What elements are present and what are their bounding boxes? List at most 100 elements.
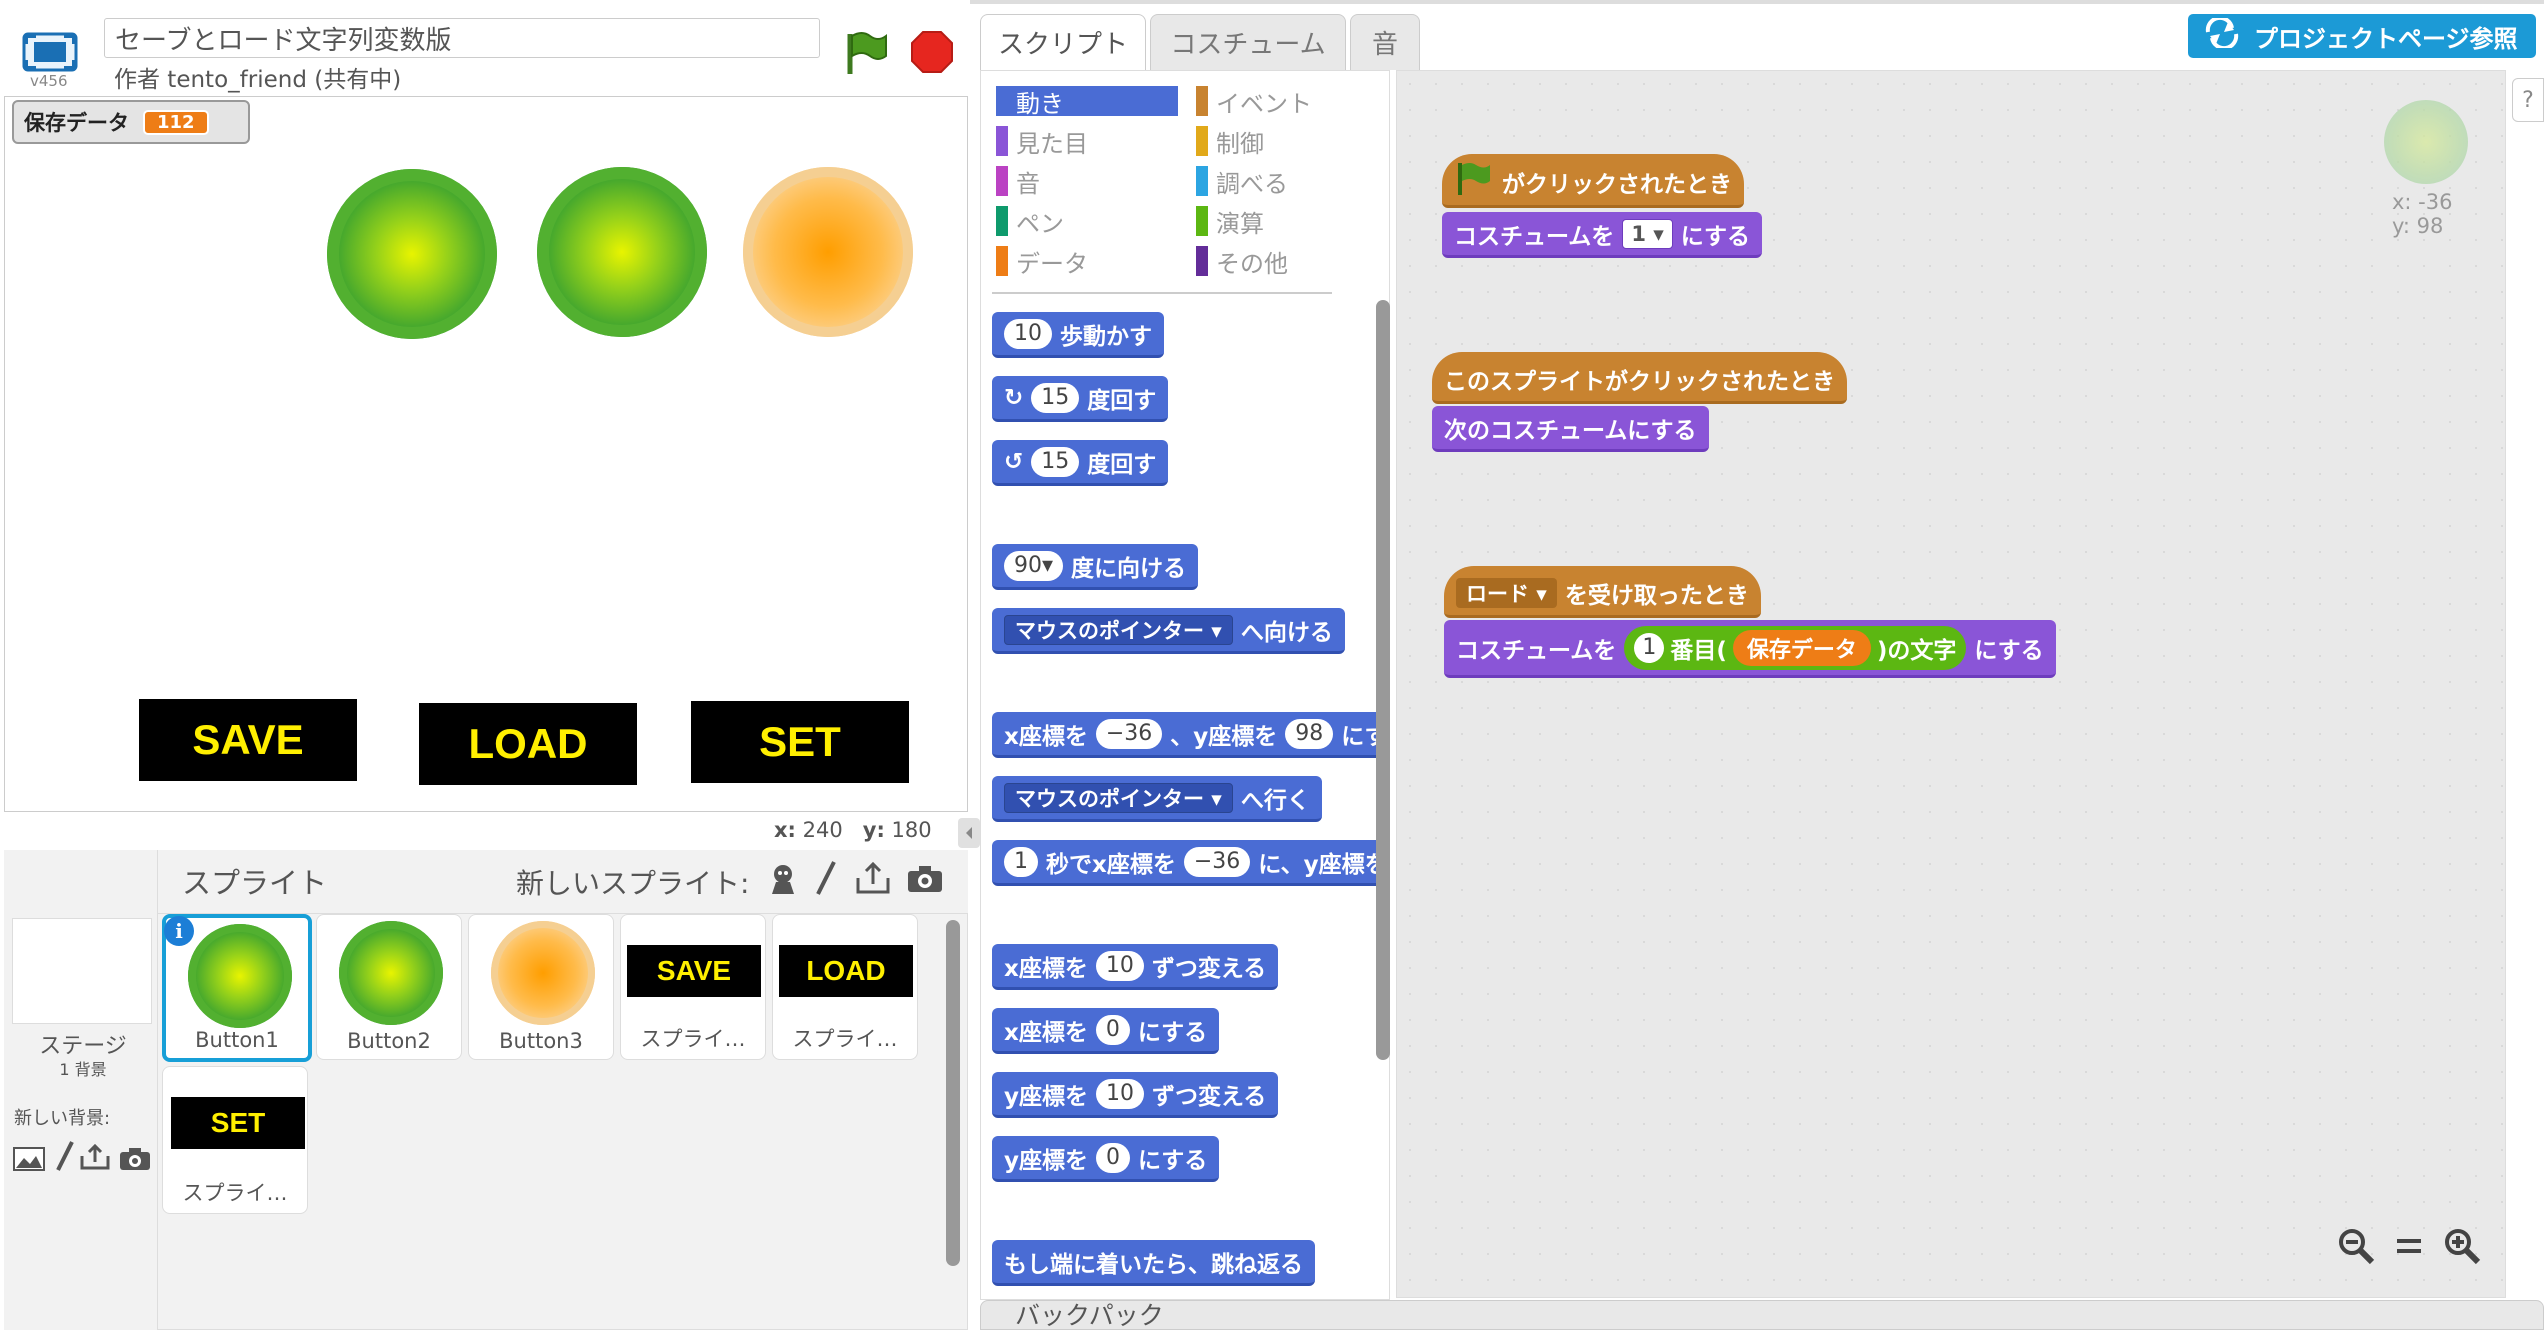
block-glide[interactable]: 1 秒でx座標を −36 に、y座標を xyxy=(992,840,1390,886)
right-gutter xyxy=(2506,64,2544,1300)
sprite-name: Button3 xyxy=(499,1029,583,1053)
choose-sprite-library-icon[interactable] xyxy=(766,862,800,900)
new-sprite-label: 新しいスプライト: xyxy=(516,867,750,900)
help-button[interactable]: ? xyxy=(2512,78,2544,122)
sprite-tile-button2[interactable]: Button2 xyxy=(316,914,462,1060)
stage[interactable]: SAVE LOAD SET xyxy=(4,96,968,812)
category-pen[interactable]: ペン xyxy=(996,206,1178,238)
project-title-input[interactable] xyxy=(104,18,820,58)
stage-backdrop-count: 1 背景 xyxy=(59,1060,107,1079)
block-bounce[interactable]: もし端に着いたら、跳ね返る xyxy=(992,1240,1315,1286)
hat-broadcast-received[interactable]: ロード ▾ を受け取ったとき xyxy=(1444,566,1761,618)
block-turn-right[interactable]: ↻ 15 度回す xyxy=(992,376,1169,422)
block-move-steps[interactable]: 10 歩動かす xyxy=(992,312,1164,358)
sprite-thumb xyxy=(188,924,292,1028)
category-sensing[interactable]: 調べる xyxy=(1196,166,1366,198)
fullscreen-icon[interactable] xyxy=(22,32,78,72)
upload-sprite-icon[interactable] xyxy=(854,860,892,900)
sprite-name: スプライ… xyxy=(792,1027,898,1051)
sync-icon xyxy=(2202,15,2242,54)
camera-backdrop-icon[interactable] xyxy=(118,1146,152,1176)
button1-sprite[interactable] xyxy=(327,169,497,339)
variable-reporter[interactable]: 保存データ xyxy=(1732,629,1871,666)
sprite-thumb xyxy=(491,921,595,1025)
category-sound[interactable]: 音 xyxy=(996,166,1178,198)
zoom-in-icon[interactable] xyxy=(2442,1226,2482,1270)
category-data[interactable]: データ xyxy=(996,246,1178,278)
category-control[interactable]: 制御 xyxy=(1196,126,1366,158)
block-set-y[interactable]: y座標を 0 にする xyxy=(992,1136,1220,1182)
project-page-button[interactable]: プロジェクトページ参照 xyxy=(2188,14,2536,58)
button2-sprite[interactable] xyxy=(537,167,707,337)
zoom-reset-icon[interactable] xyxy=(2393,1231,2425,1265)
sprite-tile-button3[interactable]: Button3 xyxy=(468,914,614,1060)
operator-letter-of[interactable]: 1 番目( 保存データ )の文字 xyxy=(1624,625,1967,670)
save-button[interactable]: SAVE xyxy=(139,699,357,781)
hat-flag-clicked[interactable]: がクリックされたとき xyxy=(1442,154,1744,208)
category-operators[interactable]: 演算 xyxy=(1196,206,1366,238)
sprite-position: x: -36 y: 98 xyxy=(2392,190,2453,238)
current-sprite-preview xyxy=(2384,100,2468,184)
sprites-title: スプライト xyxy=(182,866,328,900)
stage-thumbnail[interactable] xyxy=(12,918,152,1024)
block-change-y[interactable]: y座標を 10 ずつ変える xyxy=(992,1072,1279,1118)
category-looks[interactable]: 見た目 xyxy=(996,126,1178,158)
variable-name: 保存データ xyxy=(24,111,129,135)
sprite-name: スプライ… xyxy=(640,1027,746,1051)
sprite-thumb: SAVE xyxy=(627,945,761,997)
block-change-x[interactable]: x座標を 10 ずつ変える xyxy=(992,944,1279,990)
paint-backdrop-library-icon[interactable] xyxy=(12,1144,46,1176)
turn-right-icon: ↻ xyxy=(1004,384,1024,411)
category-more[interactable]: その他 xyxy=(1196,246,1366,278)
block-switch-costume-letter[interactable]: コスチュームを 1 番目( 保存データ )の文字 にする xyxy=(1444,620,2056,678)
info-icon[interactable]: i xyxy=(164,916,194,946)
sprite-tile-set[interactable]: SET スプライ… xyxy=(162,1066,308,1214)
palette-divider xyxy=(992,292,1332,294)
backpack[interactable]: バックパック xyxy=(980,1300,2544,1330)
stop-icon[interactable] xyxy=(910,30,954,74)
block-goto-xy[interactable]: x座標を−36、y座標を98にする xyxy=(992,712,1390,758)
camera-sprite-icon[interactable] xyxy=(906,864,944,898)
stage-coordinates: x: 240 y: 180 xyxy=(774,818,932,842)
sprite-tile-load[interactable]: LOAD スプライ… xyxy=(772,914,918,1060)
tab-costumes[interactable]: コスチューム xyxy=(1150,14,1346,70)
sprite-list-scrollbar[interactable] xyxy=(946,920,960,1266)
button3-sprite[interactable] xyxy=(743,167,913,337)
zoom-out-icon[interactable] xyxy=(2336,1226,2376,1270)
sprite-name: Button1 xyxy=(195,1028,279,1052)
turn-left-icon: ↺ xyxy=(1004,448,1024,475)
paint-backdrop-icon[interactable] xyxy=(52,1140,76,1178)
set-button[interactable]: SET xyxy=(691,701,909,783)
load-button[interactable]: LOAD xyxy=(419,703,637,785)
block-point-direction[interactable]: 90▾ 度に向ける xyxy=(992,544,1199,590)
block-next-costume[interactable]: 次のコスチュームにする xyxy=(1432,406,1709,452)
sprite-thumb xyxy=(339,921,443,1025)
paint-sprite-icon[interactable] xyxy=(812,860,838,902)
green-flag-icon xyxy=(1454,161,1494,203)
sprite-tile-button1[interactable]: Button1 i xyxy=(162,914,312,1062)
sprite-name: スプライ… xyxy=(182,1181,288,1205)
block-turn-left[interactable]: ↺ 15 度回す xyxy=(992,440,1169,486)
zoom-controls xyxy=(2336,1226,2482,1270)
category-motion[interactable]: 動き xyxy=(996,86,1178,118)
block-switch-costume[interactable]: コスチュームを 1 ▾ にする xyxy=(1442,212,1763,258)
block-point-towards[interactable]: マウスのポインター ▾ へ向ける xyxy=(992,608,1345,654)
sprite-tile-save[interactable]: SAVE スプライ… xyxy=(620,914,766,1060)
tab-scripts[interactable]: スクリプト xyxy=(980,14,1146,70)
category-events[interactable]: イベント xyxy=(1196,86,1366,118)
sprite-thumb: SET xyxy=(171,1097,305,1149)
hat-sprite-clicked[interactable]: このスプライトがクリックされたとき xyxy=(1432,352,1847,404)
variable-monitor[interactable]: 保存データ 112 xyxy=(12,100,250,144)
version-label: v456 xyxy=(30,72,68,90)
green-flag-icon[interactable] xyxy=(842,30,890,76)
upload-backdrop-icon[interactable] xyxy=(78,1142,112,1176)
variable-value: 112 xyxy=(143,109,209,135)
palette-scrollbar[interactable] xyxy=(1376,300,1390,1060)
stage-collapse-handle[interactable] xyxy=(958,818,980,848)
author-label: 作者 tento_friend (共有中) xyxy=(114,67,402,93)
block-set-x[interactable]: x座標を 0 にする xyxy=(992,1008,1220,1054)
sprite-name: Button2 xyxy=(347,1029,431,1053)
sprite-thumb: LOAD xyxy=(779,945,913,997)
block-goto[interactable]: マウスのポインター ▾ へ行く xyxy=(992,776,1322,822)
tab-sounds[interactable]: 音 xyxy=(1350,14,1420,70)
